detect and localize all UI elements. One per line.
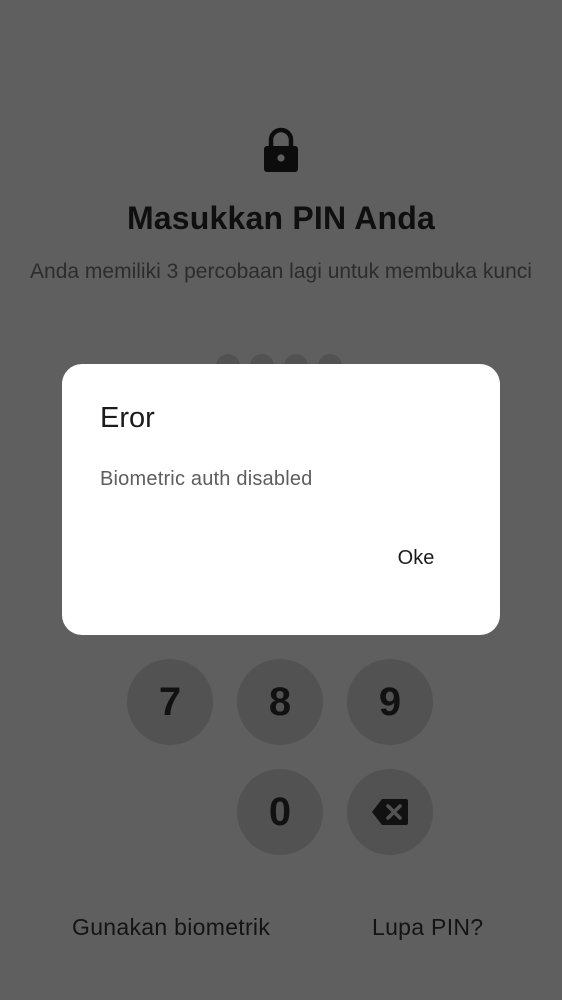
keypad-key-8[interactable]: 8 bbox=[237, 659, 323, 745]
keypad-key-9[interactable]: 9 bbox=[347, 659, 433, 745]
error-dialog: Eror Biometric auth disabled Oke bbox=[62, 364, 500, 635]
page-title: Masukkan PIN Anda bbox=[126, 200, 436, 236]
keypad-key-0[interactable]: 0 bbox=[237, 769, 323, 855]
backspace-button[interactable] bbox=[347, 769, 433, 855]
attempts-remaining-text: Anda memiliki 3 percobaan lagi untuk mem… bbox=[30, 260, 532, 283]
ok-button[interactable]: Oke bbox=[380, 536, 452, 580]
pin-lock-screen: Masukkan PIN Anda Anda memiliki 3 percob… bbox=[0, 0, 562, 1000]
dialog-message: Biometric auth disabled bbox=[100, 468, 313, 490]
backspace-icon bbox=[372, 799, 408, 825]
dialog-title: Eror bbox=[100, 402, 155, 434]
keypad-key-7[interactable]: 7 bbox=[127, 659, 213, 745]
use-biometric-link[interactable]: Gunakan biometrik bbox=[72, 914, 270, 941]
lock-icon bbox=[264, 127, 298, 172]
forgot-pin-link[interactable]: Lupa PIN? bbox=[372, 914, 483, 941]
